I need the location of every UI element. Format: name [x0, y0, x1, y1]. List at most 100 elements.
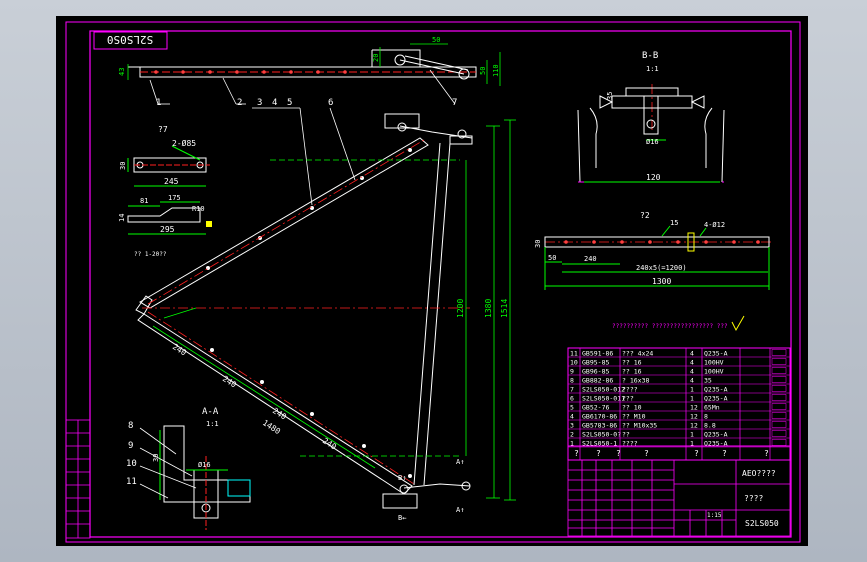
dim-14: 14 — [118, 214, 126, 222]
q-cell: ? — [616, 449, 621, 458]
balloon-1: 1 — [156, 98, 161, 108]
table-cell-name: ?? 10 — [622, 404, 642, 412]
table-cell-qty: 12 — [690, 413, 698, 421]
table-cell-no: 8 — [570, 377, 574, 385]
table-cell-code: S2LS050-011 — [582, 395, 625, 403]
balloon-6: 6 — [328, 98, 333, 108]
q-cell: ? — [722, 449, 727, 458]
table-cell-qty: 1 — [690, 431, 694, 439]
balloon-9: 9 — [128, 441, 133, 451]
dim-r10: R10 — [192, 205, 205, 213]
dim-30-aa: 30 — [152, 454, 160, 462]
table-cell-code: GB6170-86 — [582, 413, 617, 421]
q-cell: ? — [764, 449, 769, 458]
mark-b1: B↑ — [398, 474, 406, 482]
note-gt: ?? 1-20?? — [134, 251, 167, 258]
dim-35: 35 — [606, 92, 614, 100]
table-cell-code: S2LS050-0? — [582, 431, 621, 439]
table-cell-material: 100HV — [704, 359, 724, 367]
dim-30-d12: 30 — [534, 240, 542, 248]
table-cell-code: GB882-86 — [582, 377, 613, 385]
q-cell: ? — [596, 449, 601, 458]
dim-4phi12: 4-Ø12 — [704, 221, 725, 229]
q-cell: ? — [574, 449, 579, 458]
dim-50: 50 — [479, 67, 487, 75]
table-cell-name: ?? M10 — [622, 413, 646, 421]
dim-175: 175 — [168, 194, 181, 202]
table-cell-code: S2LS050-012 — [582, 386, 625, 394]
balloon-8: 8 — [128, 421, 133, 431]
table-cell-no: 10 — [570, 359, 578, 367]
table-cell-name: ?? 16 — [622, 359, 642, 367]
section-aa-scale: 1:1 — [206, 420, 219, 428]
balloon-10: 10 — [126, 459, 137, 469]
mark-a2: A↑ — [456, 506, 464, 514]
table-cell-no: 7 — [570, 386, 574, 394]
dim-15: 15 — [670, 219, 678, 227]
table-cell-qty: 1 — [690, 386, 694, 394]
table-cell-material: Q235-A — [704, 386, 728, 394]
dim-50-d12: 50 — [548, 254, 556, 262]
table-cell-material: 65Mn — [704, 404, 720, 412]
detail-12-label: ?2 — [640, 211, 650, 220]
q-cell: ? — [694, 449, 699, 458]
section-bb-scale: 1:1 — [646, 65, 659, 73]
table-cell-qty: 4 — [690, 359, 694, 367]
balloon-5: 5 — [287, 98, 292, 108]
dim-phi16: Ø16 — [646, 138, 659, 146]
dim-240x5: 240x5(=1200) — [636, 264, 687, 272]
title-scale: 1:15 — [707, 512, 722, 519]
table-cell-no: 3 — [570, 422, 574, 430]
table-cell-name: ? 16x38 — [622, 377, 649, 385]
section-aa-label: A-A — [202, 407, 219, 417]
table-cell-no: 9 — [570, 368, 574, 376]
balloon-4: 4 — [272, 98, 277, 108]
table-cell-qty: 4 — [690, 368, 694, 376]
table-cell-qty: 4 — [690, 350, 694, 358]
table-cell-material: 100HV — [704, 368, 724, 376]
dim-43: 43 — [118, 68, 126, 76]
cad-drawing-viewport[interactable]: S2LS0S0 43 20 50 110 50 1 2 3 4 5 6 7 12… — [0, 0, 867, 562]
title-box-text: S2LS0S0 — [107, 33, 153, 46]
table-cell-material: Q235-A — [704, 350, 728, 358]
dim-1380: 1380 — [484, 299, 493, 318]
chinese-note: ?????????? ????????????????? ??? — [612, 323, 728, 330]
q-cell: ? — [644, 449, 649, 458]
balloon-2: 2 — [237, 98, 242, 108]
dim-20: 20 — [372, 54, 380, 62]
table-cell-name: ?? — [622, 431, 630, 439]
table-cell-name: ??? — [622, 395, 634, 403]
title-company: AEO???? — [742, 469, 776, 478]
table-cell-qty: 1 — [690, 395, 694, 403]
table-cell-material: Q235-A — [704, 395, 728, 403]
table-cell-material: 35 — [704, 377, 712, 385]
dim-30-d7: 30 — [119, 162, 127, 170]
dim-81: 81 — [140, 197, 148, 205]
table-cell-no: 6 — [570, 395, 574, 403]
table-cell-no: 5 — [570, 404, 574, 412]
table-cell-code: GB5783-86 — [582, 422, 617, 430]
dim-top-r: 50 — [432, 36, 440, 44]
dim-245: 245 — [164, 177, 179, 186]
table-cell-no: 2 — [570, 431, 574, 439]
table-cell-name: ?? 16 — [622, 368, 642, 376]
table-cell-material: 8.8 — [704, 422, 716, 430]
dim-295: 295 — [160, 225, 175, 234]
detail-7-label: ?7 — [158, 125, 168, 134]
dim-1200: 1200 — [456, 299, 465, 318]
table-cell-name: ?? M10x35 — [622, 422, 657, 430]
table-cell-material: 8 — [704, 413, 708, 421]
table-cell-no: 11 — [570, 350, 578, 358]
table-cell-name: ??? 4x24 — [622, 350, 653, 358]
dim-240-d12: 240 — [584, 255, 597, 263]
model-space — [56, 16, 808, 546]
dim-1300: 1300 — [652, 277, 671, 286]
table-cell-qty: 4 — [690, 377, 694, 385]
dim-1514: 1514 — [500, 299, 509, 318]
mark-a1: A↑ — [456, 458, 464, 466]
title-drawing-number: S2LS050 — [745, 519, 779, 528]
balloon-11: 11 — [126, 477, 137, 487]
title-drawing-name: ???? — [744, 494, 763, 503]
table-cell-qty: 12 — [690, 404, 698, 412]
dim-110: 110 — [492, 64, 500, 77]
